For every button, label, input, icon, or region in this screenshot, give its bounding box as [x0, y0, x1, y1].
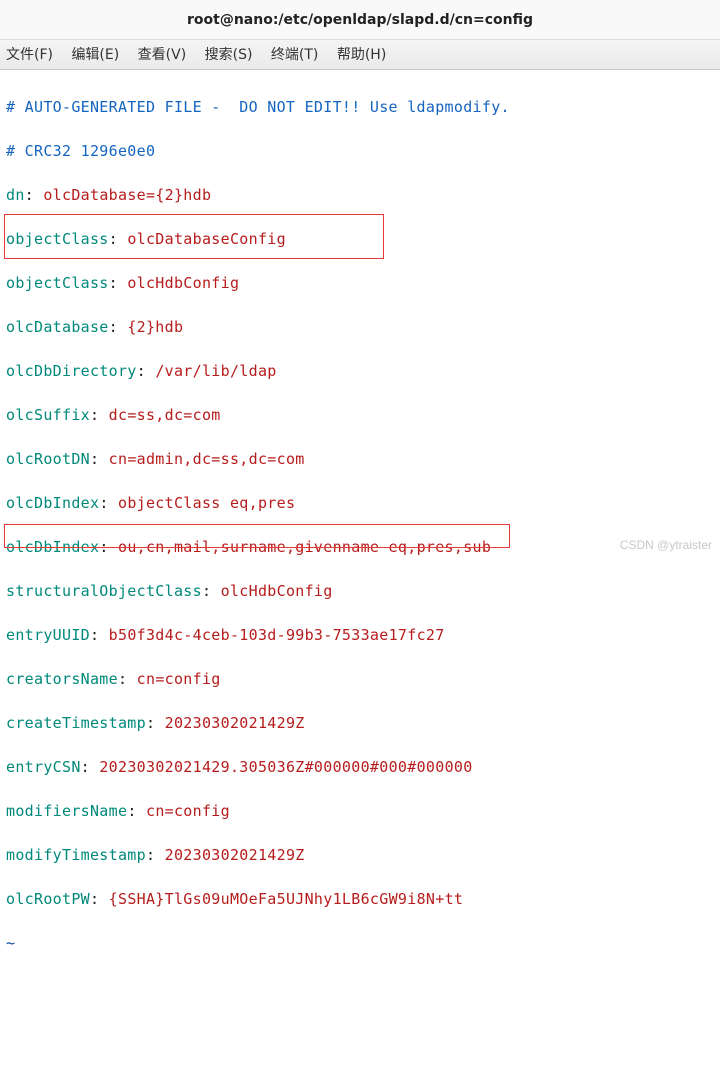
ldif-key: dn	[6, 186, 25, 204]
ldif-value: b50f3d4c-4ceb-103d-99b3-7533ae17fc27	[109, 626, 445, 644]
ldif-key: createTimestamp	[6, 714, 146, 732]
menu-help[interactable]: 帮助(H)	[337, 47, 386, 63]
ldif-key: olcRootDN	[6, 450, 90, 468]
ldif-key: creatorsName	[6, 670, 118, 688]
ldif-key: structuralObjectClass	[6, 582, 202, 600]
ldif-value: 20230302021429.305036Z#000000#000#000000	[99, 758, 472, 776]
ldif-key: olcDbIndex	[6, 538, 99, 556]
comment-line: # AUTO-GENERATED FILE - DO NOT EDIT!! Us…	[6, 98, 510, 116]
ldif-value: 20230302021429Z	[165, 846, 305, 864]
ldif-value: /var/lib/ldap	[155, 362, 276, 380]
comment-line: # CRC32 1296e0e0	[6, 142, 155, 160]
ldif-value: objectClass eq,pres	[118, 494, 295, 512]
ldif-value: dc=ss,dc=com	[109, 406, 221, 424]
ldif-value: cn=admin,dc=ss,dc=com	[109, 450, 305, 468]
ldif-value: olcHdbConfig	[127, 274, 239, 292]
ldif-value: olcDatabaseConfig	[127, 230, 286, 248]
vim-tilde: ~	[6, 934, 15, 952]
ldif-key: modifyTimestamp	[6, 846, 146, 864]
menu-view[interactable]: 查看(V)	[138, 47, 187, 63]
menu-search[interactable]: 搜索(S)	[205, 47, 253, 63]
ldif-key: entryCSN	[6, 758, 81, 776]
ldif-key: olcRootPW	[6, 890, 90, 908]
menu-edit[interactable]: 编辑(E)	[71, 47, 119, 63]
ldif-key: objectClass	[6, 274, 109, 292]
ldif-value: olcDatabase={2}hdb	[43, 186, 211, 204]
ldif-key: entryUUID	[6, 626, 90, 644]
menu-terminal[interactable]: 终端(T)	[271, 47, 318, 63]
window-title: root@nano:/etc/openldap/slapd.d/cn=confi…	[0, 0, 720, 40]
ldif-value: cn=config	[137, 670, 221, 688]
ldif-key: olcDbIndex	[6, 494, 99, 512]
ldif-value: {2}hdb	[127, 318, 183, 336]
ldif-value: ou,cn,mail,surname,givenname eq,pres,sub	[118, 538, 491, 556]
ldif-value: {SSHA}TlGs09uMOeFa5UJNhy1LB6cGW9i8N+tt	[109, 890, 464, 908]
menu-file[interactable]: 文件(F)	[6, 47, 53, 63]
ldif-value: 20230302021429Z	[165, 714, 305, 732]
ldif-key: olcDbDirectory	[6, 362, 137, 380]
ldif-key: modifiersName	[6, 802, 127, 820]
ldif-key: olcDatabase	[6, 318, 109, 336]
ldif-key: objectClass	[6, 230, 109, 248]
ldif-value: cn=config	[146, 802, 230, 820]
menubar: 文件(F) 编辑(E) 查看(V) 搜索(S) 终端(T) 帮助(H)	[0, 40, 720, 70]
ldif-value: olcHdbConfig	[221, 582, 333, 600]
ldif-key: olcSuffix	[6, 406, 90, 424]
terminal-content[interactable]: # AUTO-GENERATED FILE - DO NOT EDIT!! Us…	[0, 70, 720, 1072]
watermark: CSDN @ytraister	[620, 538, 712, 552]
